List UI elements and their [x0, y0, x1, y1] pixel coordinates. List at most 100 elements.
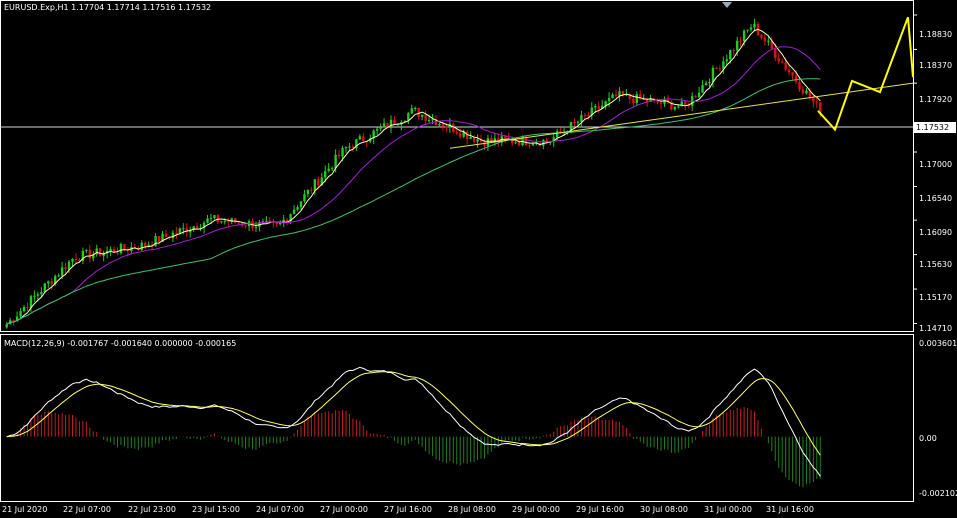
candle-body — [794, 75, 798, 82]
candle-body — [517, 142, 521, 146]
time-tick: 27 Jul 16:00 — [384, 505, 432, 514]
candle-body — [684, 101, 687, 105]
candle-body — [209, 217, 213, 219]
price-tick: 1.17000 — [919, 160, 953, 169]
candle-body — [220, 221, 223, 223]
candle-body — [43, 283, 47, 293]
candle-body — [697, 92, 701, 98]
candle-body — [587, 115, 590, 117]
candle-body — [234, 218, 237, 223]
candle-body — [88, 249, 92, 259]
candle-body — [57, 275, 60, 277]
candle-body — [362, 136, 365, 142]
candle-body — [85, 249, 88, 251]
candle-body — [334, 154, 337, 169]
candle-body — [67, 261, 71, 270]
candle-body — [469, 137, 472, 139]
candle-body — [784, 62, 787, 70]
candle-body — [618, 91, 621, 96]
candle-body — [611, 94, 614, 99]
candle-body — [614, 94, 618, 96]
macd-panel-frame — [0, 334, 914, 502]
macd-tick: -0.002102 — [919, 489, 957, 498]
candle-body — [327, 168, 330, 172]
price-panel-frame — [0, 0, 914, 332]
time-tick: 23 Jul 15:00 — [192, 505, 240, 514]
candle-body — [607, 98, 611, 102]
candle-body — [414, 108, 417, 110]
candle-body — [140, 242, 143, 250]
price-tick: 1.15170 — [919, 293, 953, 302]
candle-body — [358, 136, 362, 140]
candle-body — [715, 67, 718, 69]
forecast-path — [817, 16, 909, 132]
candle-body — [389, 119, 393, 129]
candle-body — [313, 179, 317, 191]
trendline — [449, 82, 914, 149]
candle-body — [677, 106, 680, 108]
candle-body — [476, 139, 479, 142]
candle-body — [673, 106, 677, 110]
candle-body — [774, 48, 777, 59]
candle-body — [732, 50, 735, 52]
candle-body — [708, 81, 711, 84]
candle-body — [417, 108, 420, 117]
price-tick: 1.17920 — [919, 95, 953, 104]
candle-body — [178, 228, 182, 234]
candle-body — [244, 225, 247, 227]
candle-body — [306, 189, 310, 195]
candle-body — [739, 40, 742, 42]
candle-body — [749, 27, 753, 30]
forecast-arrow — [907, 17, 914, 78]
time-tick: 29 Jul 16:00 — [576, 505, 624, 514]
candle-body — [379, 127, 382, 129]
candle-body — [310, 189, 313, 191]
candle-body — [632, 98, 635, 104]
time-tick: 29 Jul 00:00 — [512, 505, 560, 514]
candle-body — [438, 123, 441, 126]
candle-body — [299, 201, 303, 208]
time-tick: 31 Jul 16:00 — [766, 505, 814, 514]
candle-body — [341, 148, 344, 157]
triangle-down-icon — [722, 2, 732, 8]
candle-body — [545, 139, 548, 142]
price-tick: 1.15630 — [919, 260, 953, 269]
candle-body — [123, 244, 126, 250]
time-tick: 31 Jul 00:00 — [704, 505, 752, 514]
candle-body — [573, 122, 576, 124]
candle-body — [157, 236, 161, 242]
candle-body — [40, 292, 43, 295]
candle-body — [26, 306, 29, 309]
candle-body — [431, 119, 434, 121]
candle-body — [71, 259, 74, 262]
candle-body — [182, 228, 185, 230]
candle-body — [486, 138, 490, 146]
candle-body — [285, 219, 289, 222]
candle-body — [729, 50, 732, 60]
candle-body — [514, 142, 517, 144]
candle-body — [382, 123, 386, 128]
candle-body — [296, 207, 299, 210]
time-tick: 22 Jul 23:00 — [128, 505, 176, 514]
candle-body — [452, 123, 455, 133]
candle-body — [718, 68, 722, 70]
time-tick: 30 Jul 08:00 — [640, 505, 688, 514]
candle-body — [60, 267, 64, 276]
time-tick: 24 Jul 07:00 — [256, 505, 304, 514]
candle-body — [36, 294, 40, 296]
candle-body — [504, 136, 507, 139]
candle-body — [455, 132, 458, 134]
candle-body — [317, 179, 320, 186]
candle-body — [254, 226, 258, 228]
candle-body — [735, 40, 739, 51]
time-tick: 22 Jul 07:00 — [63, 505, 111, 514]
candle-body — [767, 40, 770, 42]
macd-layer — [6, 366, 821, 488]
candle-body — [47, 281, 50, 284]
candle-body — [147, 244, 150, 247]
trendlines-layer — [449, 16, 914, 149]
candle-body — [237, 222, 240, 224]
candle-body — [528, 145, 531, 147]
chart-canvas[interactable] — [0, 0, 957, 518]
price-tick: 1.16090 — [919, 228, 953, 237]
